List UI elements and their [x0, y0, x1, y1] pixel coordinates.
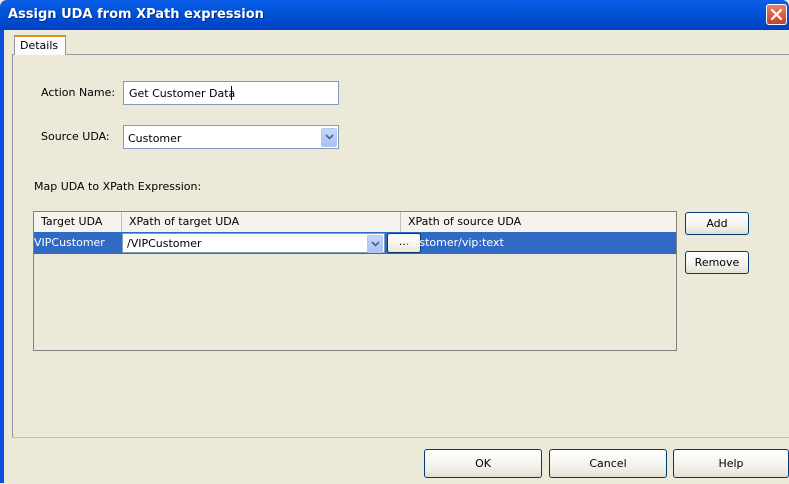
window-frame — [0, 30, 4, 483]
close-button[interactable] — [766, 4, 787, 25]
action-name-label: Action Name: — [41, 86, 116, 99]
cell-xpath-source: /Customer/vip:text — [401, 236, 504, 249]
action-name-field[interactable]: Get Customer Data — [123, 81, 339, 105]
source-uda-value: Customer — [128, 132, 182, 145]
source-uda-dropdown-button[interactable] — [321, 128, 337, 147]
tab-strip: Details — [4, 30, 789, 55]
column-header-target-uda[interactable]: Target UDA — [34, 212, 122, 232]
text-caret — [231, 86, 232, 100]
title-bar[interactable]: Assign UDA from XPath expression — [0, 0, 789, 30]
column-header-xpath-source[interactable]: XPath of source UDA — [401, 212, 676, 232]
remove-button[interactable]: Remove — [685, 251, 749, 274]
ok-button[interactable]: OK — [424, 449, 542, 478]
action-name-value: Get Customer Data — [129, 87, 236, 100]
column-header-xpath-target[interactable]: XPath of target UDA — [122, 212, 401, 232]
table-header: Target UDA XPath of target UDA XPath of … — [34, 212, 676, 233]
mapping-table: Target UDA XPath of target UDA XPath of … — [33, 211, 677, 351]
tab-details-label: Details — [20, 39, 59, 52]
window-title: Assign UDA from XPath expression — [8, 7, 264, 22]
xpath-target-select[interactable]: /VIPCustomer — [122, 233, 385, 253]
help-button[interactable]: Help — [673, 449, 789, 478]
map-section-label: Map UDA to XPath Expression: — [34, 180, 202, 193]
close-icon — [770, 8, 783, 21]
add-button[interactable]: Add — [685, 212, 749, 235]
xpath-target-value: /VIPCustomer — [127, 237, 202, 250]
xpath-target-dropdown-button[interactable] — [367, 235, 383, 253]
cancel-button[interactable]: Cancel — [549, 449, 667, 478]
chevron-down-icon — [325, 134, 334, 140]
tab-details[interactable]: Details — [14, 35, 66, 55]
chevron-down-icon — [371, 241, 380, 247]
source-uda-label: Source UDA: — [41, 130, 110, 143]
cell-target-uda: VIPCustomer — [34, 236, 105, 249]
source-uda-select[interactable]: Customer — [123, 125, 339, 149]
table-row[interactable]: VIPCustomer /VIPCustomer ... /Customer/v… — [34, 232, 676, 254]
